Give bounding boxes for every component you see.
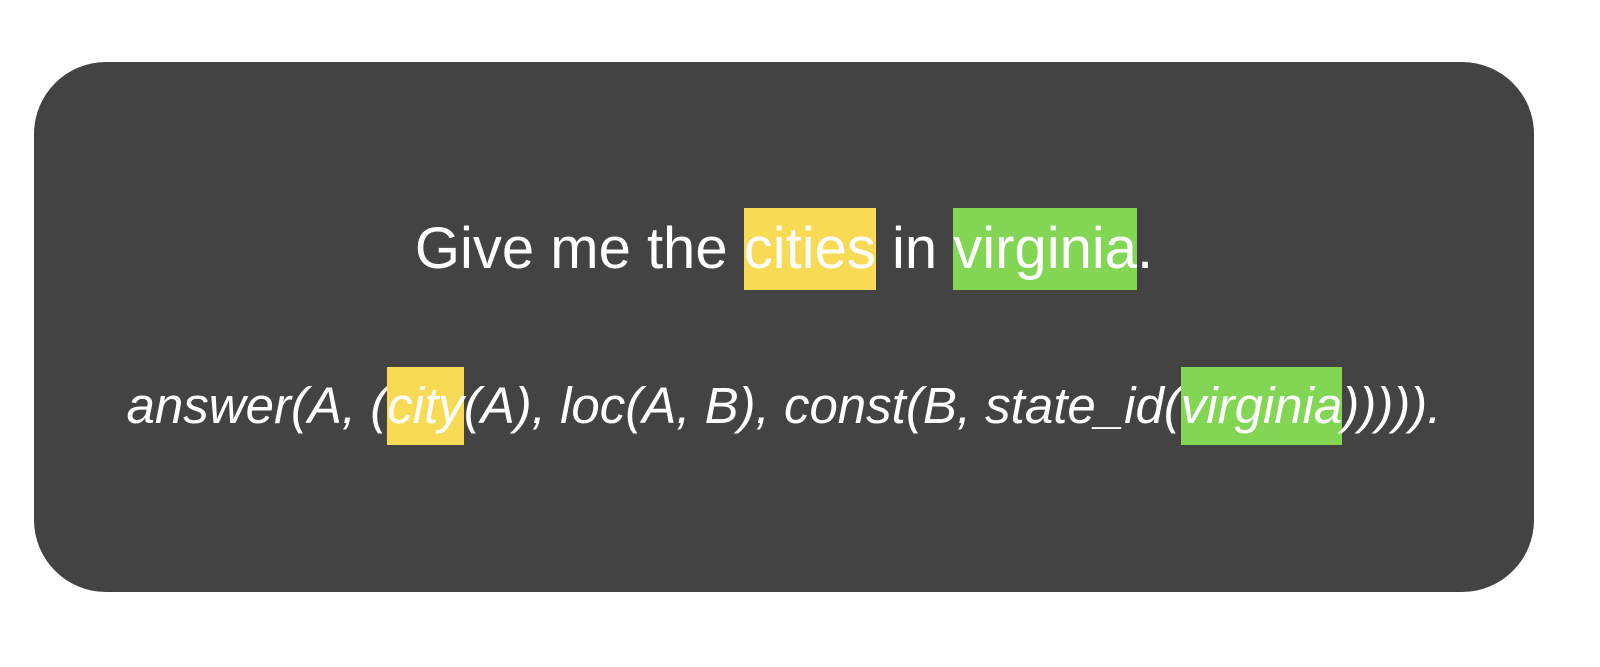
diagram-panel: Give me the cities in virginia. answer(A… xyxy=(34,62,1534,592)
logical-form-text-3: ))))). xyxy=(1342,377,1442,434)
sentence-text-1: Give me the xyxy=(414,216,744,281)
logical-form: answer(A, (city(A), loc(A, B), const(B, … xyxy=(34,367,1534,445)
sentence-text-3: . xyxy=(1136,216,1154,281)
logical-form-highlight-city: city xyxy=(387,367,464,445)
logical-form-text-2: (A), loc(A, B), const(B, state_id( xyxy=(463,377,1181,434)
sentence-highlight-cities: cities xyxy=(743,208,876,290)
logical-form-text-1: answer(A, ( xyxy=(126,377,388,434)
sentence-highlight-virginia: virginia xyxy=(953,208,1137,290)
sentence-text-2: in xyxy=(875,216,954,281)
logical-form-highlight-virginia: virginia xyxy=(1180,367,1343,445)
natural-language-sentence: Give me the cities in virginia. xyxy=(34,208,1534,290)
